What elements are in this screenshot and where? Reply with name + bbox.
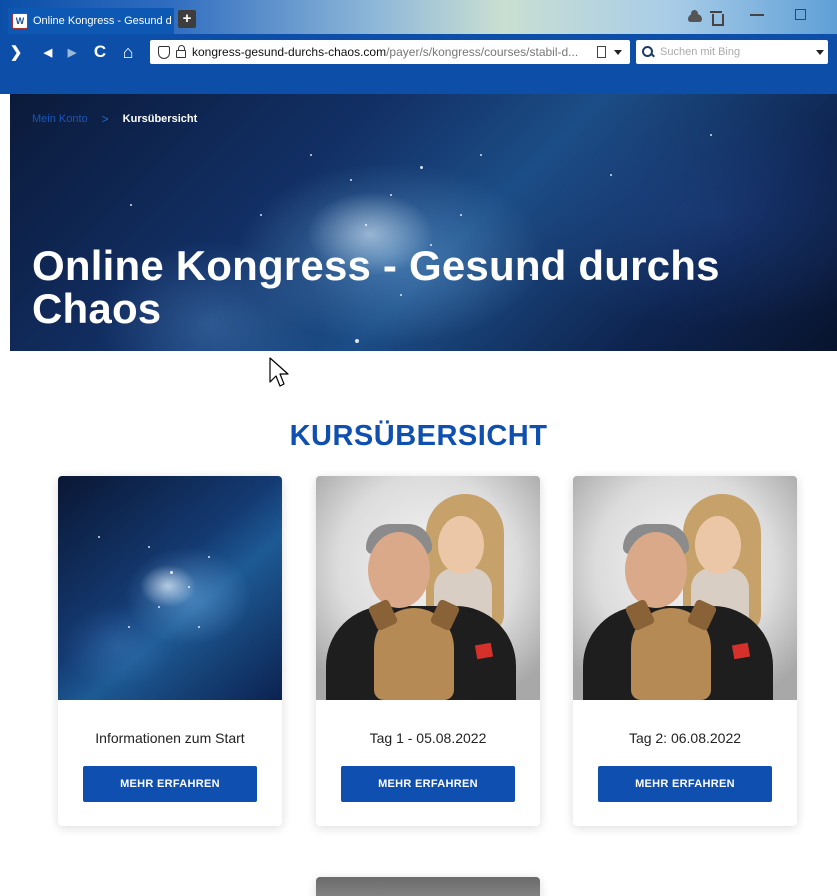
- new-tab-button[interactable]: +: [178, 10, 196, 28]
- course-caption: Informationen zum Start: [95, 730, 245, 746]
- course-caption: Tag 2: 06.08.2022: [628, 730, 742, 746]
- trash-icon[interactable]: [710, 9, 724, 26]
- breadcrumb: Mein Konto > Kursübersicht: [32, 112, 197, 126]
- url-host: kongress-gesund-durchs-chaos.com: [192, 45, 387, 59]
- page: W Online Kongress - Gesund d + ❯ ◀ ▶ C ⌂…: [0, 0, 837, 896]
- breadcrumb-link-account[interactable]: Mein Konto: [32, 113, 88, 125]
- url-text[interactable]: kongress-gesund-durchs-chaos.com/payer/s…: [192, 45, 589, 59]
- chevron-right-icon: >: [101, 112, 109, 126]
- site-header-strip: [0, 70, 837, 94]
- course-card-partial[interactable]: [316, 877, 540, 896]
- lock-icon[interactable]: [176, 44, 186, 58]
- course-caption: Tag 1 - 05.08.2022: [369, 730, 487, 746]
- maximize-icon[interactable]: [795, 9, 806, 20]
- fast-forward-icon[interactable]: ▶: [60, 40, 84, 64]
- more-info-button[interactable]: MEHR ERFAHREN: [83, 766, 257, 802]
- shield-icon[interactable]: [158, 45, 170, 59]
- tab-title: Online Kongress - Gesund d: [33, 15, 172, 27]
- url-path: /payer/s/kongress/courses/stabil-d...: [386, 45, 579, 59]
- course-image[interactable]: [58, 476, 282, 700]
- course-image[interactable]: [573, 476, 797, 700]
- browser-tab[interactable]: W Online Kongress - Gesund d: [8, 8, 174, 34]
- cursor-icon: [269, 357, 289, 387]
- browser-tab-bar: W Online Kongress - Gesund d +: [0, 0, 837, 34]
- search-engine-dropdown-icon[interactable]: [816, 49, 824, 55]
- course-image[interactable]: [316, 476, 540, 700]
- address-bar[interactable]: kongress-gesund-durchs-chaos.com/payer/s…: [150, 40, 630, 64]
- minimize-icon[interactable]: [750, 14, 764, 16]
- browser-nav-bar: ❯ ◀ ▶ C ⌂ kongress-gesund-durchs-chaos.c…: [0, 34, 837, 98]
- more-info-button[interactable]: MEHR ERFAHREN: [341, 766, 515, 802]
- section-title: KURSÜBERSICHT: [289, 420, 548, 452]
- hero-banner: Mein Konto > Kursübersicht Online Kongre…: [10, 94, 837, 351]
- search-bar[interactable]: [636, 40, 828, 64]
- course-card[interactable]: Tag 1 - 05.08.2022 MEHR ERFAHREN: [316, 476, 540, 826]
- rewind-icon[interactable]: ◀: [36, 40, 60, 64]
- home-icon[interactable]: ⌂: [116, 40, 140, 64]
- forward-icon[interactable]: ❯: [4, 40, 28, 64]
- cloud-icon[interactable]: [688, 10, 702, 22]
- course-card[interactable]: Informationen zum Start MEHR ERFAHREN: [58, 476, 282, 826]
- search-input[interactable]: [660, 46, 810, 58]
- favicon-icon: W: [12, 13, 28, 29]
- reload-icon[interactable]: C: [88, 40, 112, 64]
- url-dropdown-icon[interactable]: [614, 49, 622, 55]
- breadcrumb-current: Kursübersicht: [122, 113, 198, 125]
- page-title: Online Kongress - Gesund durchs Chaos: [32, 242, 720, 332]
- more-info-button[interactable]: MEHR ERFAHREN: [598, 766, 772, 802]
- bookmark-icon[interactable]: [597, 46, 606, 58]
- course-card[interactable]: Tag 2: 06.08.2022 MEHR ERFAHREN: [573, 476, 797, 826]
- search-icon[interactable]: [640, 42, 660, 62]
